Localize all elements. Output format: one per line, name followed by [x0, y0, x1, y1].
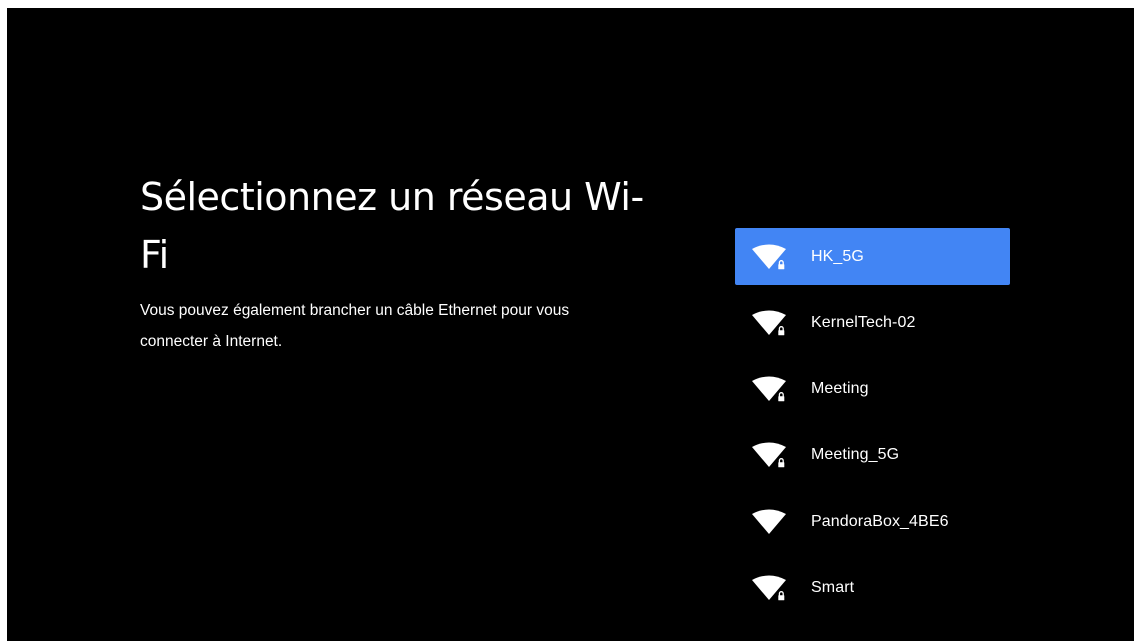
network-item-pandorabox-4be6[interactable]: PandoraBox_4BE6 [735, 493, 1010, 550]
wifi-lock-icon [752, 440, 792, 470]
page-subtitle: Vous pouvez également brancher un câble … [140, 302, 570, 350]
network-name: Meeting_5G [811, 446, 900, 464]
wifi-lock-icon [752, 308, 792, 338]
network-item-smart[interactable]: Smart [735, 559, 1010, 616]
wifi-icon [752, 507, 792, 537]
network-item-meeting-5g[interactable]: Meeting_5G [735, 427, 1010, 484]
network-name: KernelTech-02 [811, 313, 916, 331]
wifi-lock-icon [752, 242, 792, 272]
network-name: Meeting [811, 380, 869, 398]
network-name: HK_5G [811, 247, 864, 265]
tv-screen: Sélectionnez un réseau Wi-Fi Vous pouvez… [7, 8, 1134, 641]
network-name: Smart [811, 578, 855, 596]
network-name: PandoraBox_4BE6 [811, 512, 949, 530]
network-list: HK_5G KernelTech-02 Meeting Meeting_5G P… [735, 228, 1010, 626]
network-item-kerneltech-02[interactable]: KernelTech-02 [735, 294, 1010, 351]
network-item-hk-5g[interactable]: HK_5G [735, 228, 1010, 285]
network-item-meeting[interactable]: Meeting [735, 361, 1010, 418]
page-title: Sélectionnez un réseau Wi-Fi [140, 175, 644, 277]
wifi-lock-icon [752, 374, 792, 404]
wifi-lock-icon [752, 573, 792, 603]
